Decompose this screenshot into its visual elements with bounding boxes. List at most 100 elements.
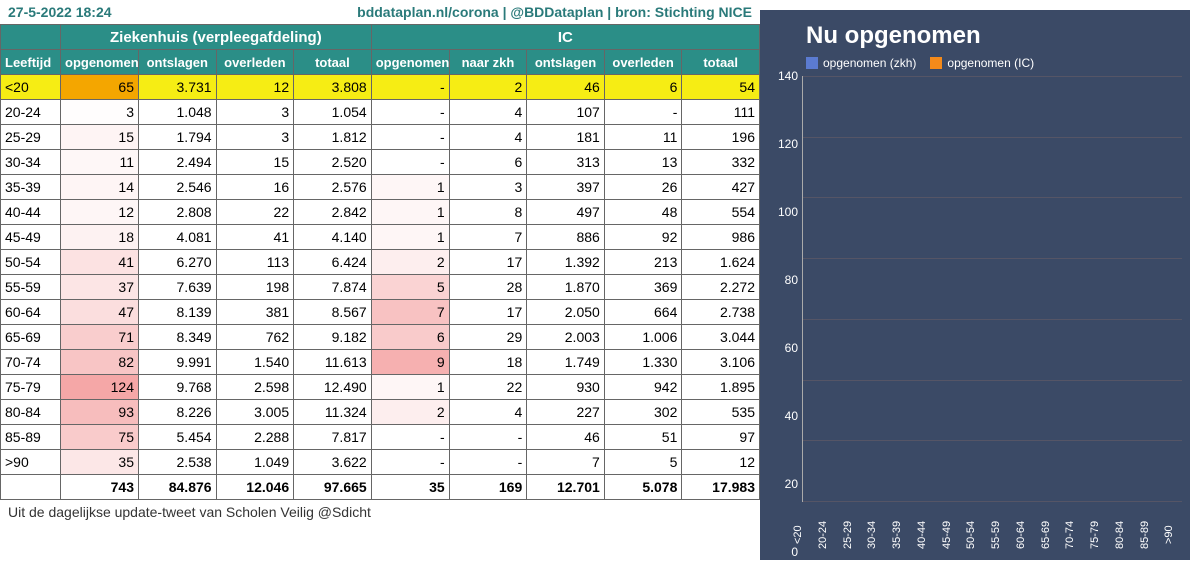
grid-line: [803, 137, 1182, 138]
cell-right: 7: [527, 450, 605, 475]
cell-right: -: [604, 100, 682, 125]
x-label: 40-44: [916, 510, 941, 560]
cell-right: 313: [527, 150, 605, 175]
cell-right: 17: [449, 250, 527, 275]
cell-left: 1.794: [139, 125, 217, 150]
table-row: 55-59377.6391987.8745281.8703692.272: [1, 275, 760, 300]
cell-left: 15: [216, 150, 294, 175]
cell-right: 6: [604, 75, 682, 100]
cell-left: 12: [61, 200, 139, 225]
x-label: 85-89: [1139, 510, 1164, 560]
cell-right: 332: [682, 150, 760, 175]
cell-right: 97: [682, 425, 760, 450]
cell-left: 9.768: [139, 375, 217, 400]
cell-left: 22: [216, 200, 294, 225]
hdr-empty: [1, 25, 61, 50]
cell-age: 70-74: [1, 350, 61, 375]
x-label: 55-59: [990, 510, 1015, 560]
legend-item-zkh: opgenomen (zkh): [806, 56, 916, 70]
cell-age: <20: [1, 75, 61, 100]
cell-right: 930: [527, 375, 605, 400]
data-table: Ziekenhuis (verpleegafdeling) IC Leeftij…: [0, 24, 760, 500]
cell-left: 3.808: [294, 75, 372, 100]
cell-right: 2.003: [527, 325, 605, 350]
cell-right: 2.738: [682, 300, 760, 325]
cell-left: 6.424: [294, 250, 372, 275]
cell-right: 181: [527, 125, 605, 150]
cell-right: 1.006: [604, 325, 682, 350]
cell-left: 2.520: [294, 150, 372, 175]
col-left-1: ontslagen: [139, 50, 217, 75]
cell-right: 2: [371, 250, 449, 275]
cell-right: 3.044: [682, 325, 760, 350]
x-label: 20-24: [817, 510, 842, 560]
x-label: 60-64: [1015, 510, 1040, 560]
x-label: 25-29: [842, 510, 867, 560]
table-row: 75-791249.7682.59812.4901229309421.895: [1, 375, 760, 400]
cell-right: 7: [371, 300, 449, 325]
table-row: 80-84938.2263.00511.32424227302535: [1, 400, 760, 425]
table-row: 25-29151.79431.812-418111196: [1, 125, 760, 150]
cell-left: 65: [61, 75, 139, 100]
y-tick: 60: [785, 341, 798, 355]
cell-right: 1.895: [682, 375, 760, 400]
cell-left: 3: [61, 100, 139, 125]
cell-right: 111: [682, 100, 760, 125]
cell-left: 6.270: [139, 250, 217, 275]
y-tick: 100: [778, 205, 798, 219]
cell-right: 17: [449, 300, 527, 325]
cell-left: 12: [216, 75, 294, 100]
cell-age: 20-24: [1, 100, 61, 125]
cell-right: 302: [604, 400, 682, 425]
cell-right: 397: [527, 175, 605, 200]
hdr-group-left: Ziekenhuis (verpleegafdeling): [61, 25, 372, 50]
cell-left: 1.812: [294, 125, 372, 150]
cell-left: 82: [61, 350, 139, 375]
y-tick: 140: [778, 69, 798, 83]
cell-right: 1.624: [682, 250, 760, 275]
cell-left: 3.005: [216, 400, 294, 425]
grid-line: [803, 319, 1182, 320]
cell-right: 6: [449, 150, 527, 175]
cell-right: 92: [604, 225, 682, 250]
cell-right: 6: [371, 325, 449, 350]
cell-right: 1.870: [527, 275, 605, 300]
cell-right: -: [371, 425, 449, 450]
cell-right: -: [371, 100, 449, 125]
cell-right: -: [449, 425, 527, 450]
cell-right: 7: [449, 225, 527, 250]
cell-left: 2.538: [139, 450, 217, 475]
cell-left: 11.613: [294, 350, 372, 375]
col-left-3: totaal: [294, 50, 372, 75]
cell-right: 213: [604, 250, 682, 275]
cell-left: 3.622: [294, 450, 372, 475]
cell-left: 2.288: [216, 425, 294, 450]
cell-right: -: [449, 450, 527, 475]
cell-left: 4.140: [294, 225, 372, 250]
cell-left: 2.808: [139, 200, 217, 225]
swatch-blue: [806, 57, 818, 69]
cell-left: 7.874: [294, 275, 372, 300]
cell-left: 3.731: [139, 75, 217, 100]
cell-left: 381: [216, 300, 294, 325]
col-left-0: opgenomen: [61, 50, 139, 75]
cell-right: 54: [682, 75, 760, 100]
cell-right: 4: [449, 125, 527, 150]
x-label: 70-74: [1064, 510, 1089, 560]
cell-left: 7.639: [139, 275, 217, 300]
cell-right: 51: [604, 425, 682, 450]
x-label: 80-84: [1114, 510, 1139, 560]
cell-age: 55-59: [1, 275, 61, 300]
cell-right: 196: [682, 125, 760, 150]
col-right-1: naar zkh: [449, 50, 527, 75]
cell-right: 11: [604, 125, 682, 150]
cell-left: 1.540: [216, 350, 294, 375]
cell-age: 35-39: [1, 175, 61, 200]
cell-right: 3.106: [682, 350, 760, 375]
table-row: 65-69718.3497629.1826292.0031.0063.044: [1, 325, 760, 350]
cell-right: 1.330: [604, 350, 682, 375]
cell-right: 5: [371, 275, 449, 300]
cell-age: 25-29: [1, 125, 61, 150]
cell-right: 1.749: [527, 350, 605, 375]
cell-right: 22: [449, 375, 527, 400]
